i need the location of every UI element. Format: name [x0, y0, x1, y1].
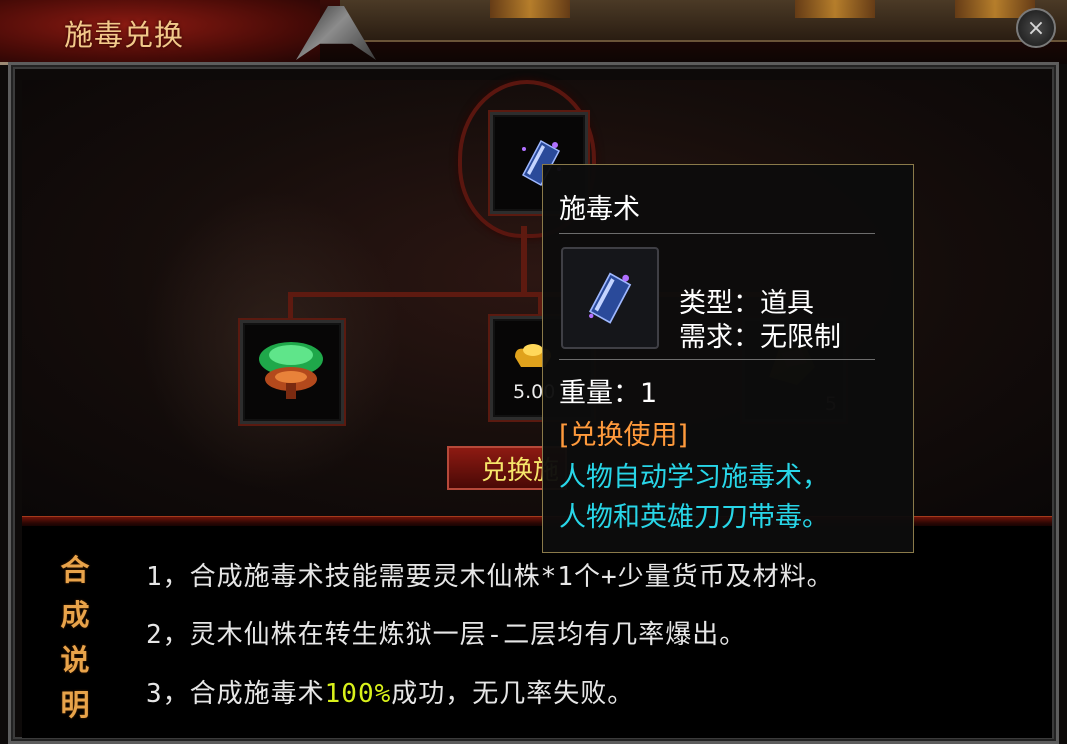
note-line-2: 2，灵木仙株在转生炼狱一层-二层均有几率爆出。 — [146, 620, 747, 650]
lingmu-herb-icon — [259, 342, 323, 399]
tooltip-requirement: 需求：无限制 — [679, 322, 841, 353]
notes-label-char: 明 — [60, 688, 90, 722]
tooltip-description-line: 人物自动学习施毒术， — [559, 462, 829, 493]
tooltip-usage-tag: [兑换使用] — [559, 420, 689, 451]
notes-label-char: 合 — [60, 553, 90, 587]
notes-label: 合 成 说 明 — [54, 548, 96, 728]
tooltip-divider — [559, 359, 875, 360]
banner-art — [490, 0, 570, 18]
tooltip-divider — [559, 233, 875, 234]
tooltip-weight: 重量：1 — [559, 378, 658, 409]
notes-label-char: 成 — [60, 598, 90, 632]
note-line-3-prefix: 3，合成施毒术 — [146, 679, 325, 709]
tooltip-description-line: 人物和英雄刀刀带毒。 — [559, 502, 829, 533]
tooltip-icon-frame — [561, 247, 659, 349]
success-rate: 100% — [324, 679, 392, 709]
connector-line — [288, 292, 293, 320]
banner-art — [795, 0, 875, 18]
tooltip-item-name: 施毒术 — [559, 194, 640, 225]
note-line-1: 1，合成施毒术技能需要灵木仙株*1个+少量货币及材料。 — [146, 562, 834, 592]
material-slot-herb[interactable] — [240, 320, 344, 424]
note-line-3-suffix: 成功，无几率失败。 — [391, 679, 635, 709]
notes-label-char: 说 — [60, 643, 90, 677]
top-strip — [340, 0, 1067, 42]
window-title: 施毒兑换 — [64, 18, 185, 52]
item-tooltip: 施毒术 类型：道具 需求：无限制 重量：1 [兑换使用] 人物自动学习施毒术， … — [542, 164, 914, 553]
skill-book-icon — [588, 272, 632, 324]
note-line-3: 3，合成施毒术100%成功，无几率失败。 — [146, 673, 634, 710]
close-button[interactable]: × — [1016, 8, 1056, 48]
connector-line — [521, 226, 527, 294]
